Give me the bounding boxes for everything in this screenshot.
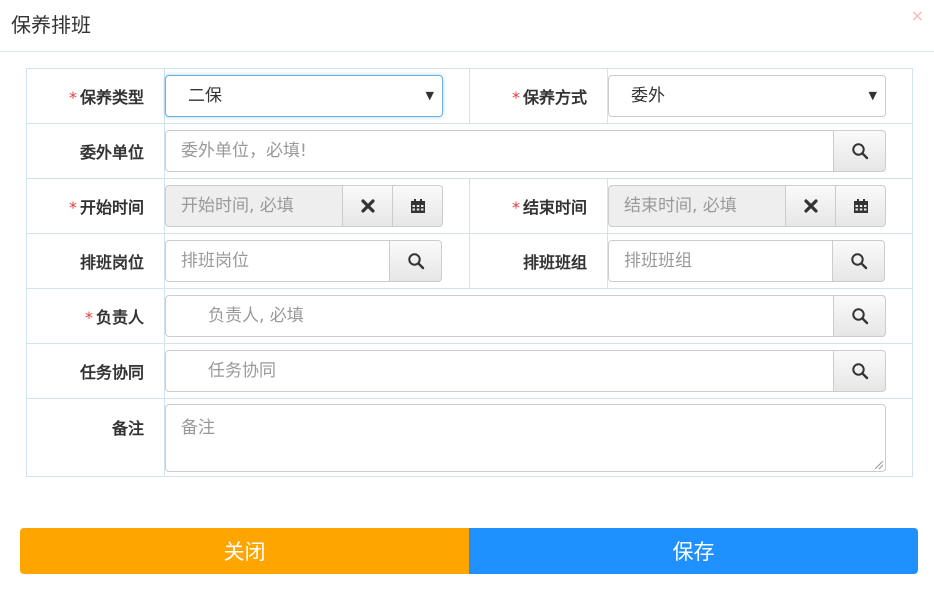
dialog-title: 保养排班 xyxy=(11,13,91,37)
calendar-icon xyxy=(410,199,425,213)
start-time-cell: 开始时间, 必填 xyxy=(164,178,470,234)
required-mark: * xyxy=(84,308,93,327)
form-row: 任务协同 任务协同 xyxy=(26,343,913,399)
maint-method-cell: 委外 ▼ xyxy=(607,68,913,124)
remark-textarea[interactable]: 备注 xyxy=(165,404,886,472)
outsource-unit-input[interactable]: 委外单位，必填! xyxy=(165,130,834,172)
label-text: 任务协同 xyxy=(79,363,144,382)
form-row: 排班岗位 排班岗位 排班班组 排班班组 xyxy=(26,233,913,289)
search-icon xyxy=(851,143,868,160)
remark-label: 备注 xyxy=(26,398,165,477)
shift-post-search-button[interactable] xyxy=(390,240,442,282)
required-mark: * xyxy=(511,88,520,107)
maint-type-cell: 二保 ▼ xyxy=(164,68,470,124)
person-in-charge-input[interactable]: 负责人, 必填 xyxy=(165,295,834,337)
maint-type-label: * 保养类型 xyxy=(26,68,165,124)
save-button[interactable]: 保存 xyxy=(469,528,918,574)
search-icon xyxy=(407,253,424,270)
form-row: * 负责人 负责人, 必填 xyxy=(26,288,913,344)
maint-type-select[interactable]: 二保 ▼ xyxy=(165,75,443,117)
label-text: 排班岗位 xyxy=(79,253,144,272)
maint-method-label: * 保养方式 xyxy=(469,68,608,124)
label-text: 委外单位 xyxy=(79,143,144,162)
close-icon[interactable]: × xyxy=(911,6,924,26)
required-mark: * xyxy=(511,198,520,217)
maint-type-wrap: 二保 ▼ xyxy=(165,75,443,117)
form-table: * 保养类型 二保 ▼ * 保养方式 委外 ▼ 委外单位 委外单位，必填! * … xyxy=(26,68,913,477)
shift-group-group: 排班班组 xyxy=(608,240,885,282)
dialog-header: 保养排班 × xyxy=(0,0,934,52)
maint-method-select[interactable]: 委外 ▼ xyxy=(608,75,886,117)
form-row: 委外单位 委外单位，必填! xyxy=(26,123,913,179)
outsource-unit-group: 委外单位，必填! xyxy=(165,130,886,172)
caret-down-icon: ▼ xyxy=(425,89,434,102)
task-collab-search-button[interactable] xyxy=(834,350,886,392)
maintenance-schedule-dialog: 保养排班 × * 保养类型 二保 ▼ * 保养方式 委外 ▼ 委外单位 委外单位… xyxy=(0,0,934,606)
remark-cell: 备注 xyxy=(164,398,913,477)
label-text: 开始时间 xyxy=(79,198,144,217)
end-time-label: * 结束时间 xyxy=(469,178,608,234)
shift-post-cell: 排班岗位 xyxy=(164,233,470,289)
task-collab-input[interactable]: 任务协同 xyxy=(165,350,834,392)
person-in-charge-group: 负责人, 必填 xyxy=(165,295,886,337)
shift-group-label: 排班班组 xyxy=(469,233,608,289)
required-mark: * xyxy=(68,88,77,107)
label-text: 排班班组 xyxy=(522,253,587,272)
outsource-unit-search-button[interactable] xyxy=(834,130,886,172)
times-icon xyxy=(803,199,818,213)
person-in-charge-cell: 负责人, 必填 xyxy=(164,288,913,344)
end-time-group: 结束时间, 必填 xyxy=(608,185,886,227)
task-collab-label: 任务协同 xyxy=(26,343,165,399)
outsource-unit-label: 委外单位 xyxy=(26,123,165,179)
end-time-cell: 结束时间, 必填 xyxy=(607,178,913,234)
shift-post-input[interactable]: 排班岗位 xyxy=(165,240,390,282)
shift-group-input[interactable]: 排班班组 xyxy=(608,240,833,282)
start-time-clear-button[interactable] xyxy=(343,185,393,227)
search-icon xyxy=(851,363,868,380)
label-text: 备注 xyxy=(111,419,144,438)
start-time-input[interactable]: 开始时间, 必填 xyxy=(165,185,343,227)
start-time-group: 开始时间, 必填 xyxy=(165,185,443,227)
task-collab-group: 任务协同 xyxy=(165,350,886,392)
times-icon xyxy=(360,199,375,213)
end-time-clear-button[interactable] xyxy=(786,185,836,227)
outsource-unit-cell: 委外单位，必填! xyxy=(164,123,913,179)
form-row: * 开始时间 开始时间, 必填 * 结束时间 结束时间, 必填 xyxy=(26,178,913,234)
person-in-charge-search-button[interactable] xyxy=(834,295,886,337)
form-row: 备注 备注 xyxy=(26,398,913,477)
start-time-calendar-button[interactable] xyxy=(393,185,443,227)
search-icon xyxy=(851,308,868,325)
shift-post-label: 排班岗位 xyxy=(26,233,165,289)
end-time-input[interactable]: 结束时间, 必填 xyxy=(608,185,786,227)
label-text: 保养类型 xyxy=(79,88,144,107)
shift-group-cell: 排班班组 xyxy=(607,233,913,289)
shift-post-group: 排班岗位 xyxy=(165,240,442,282)
task-collab-cell: 任务协同 xyxy=(164,343,913,399)
label-text: 结束时间 xyxy=(522,198,587,217)
maint-method-wrap: 委外 ▼ xyxy=(608,75,886,117)
close-button[interactable]: 关闭 xyxy=(20,528,469,574)
caret-down-icon: ▼ xyxy=(868,89,877,102)
maint-type-value: 二保 xyxy=(188,86,222,106)
required-mark: * xyxy=(68,198,77,217)
calendar-icon xyxy=(853,199,868,213)
end-time-calendar-button[interactable] xyxy=(836,185,886,227)
form-row: * 保养类型 二保 ▼ * 保养方式 委外 ▼ xyxy=(26,68,913,124)
label-text: 负责人 xyxy=(95,308,144,327)
person-in-charge-label: * 负责人 xyxy=(26,288,165,344)
maint-method-value: 委外 xyxy=(631,86,665,106)
search-icon xyxy=(850,253,867,270)
start-time-label: * 开始时间 xyxy=(26,178,165,234)
resize-handle-icon[interactable] xyxy=(875,461,883,469)
shift-group-search-button[interactable] xyxy=(833,240,885,282)
label-text: 保养方式 xyxy=(522,88,587,107)
remark-placeholder: 备注 xyxy=(181,418,215,438)
